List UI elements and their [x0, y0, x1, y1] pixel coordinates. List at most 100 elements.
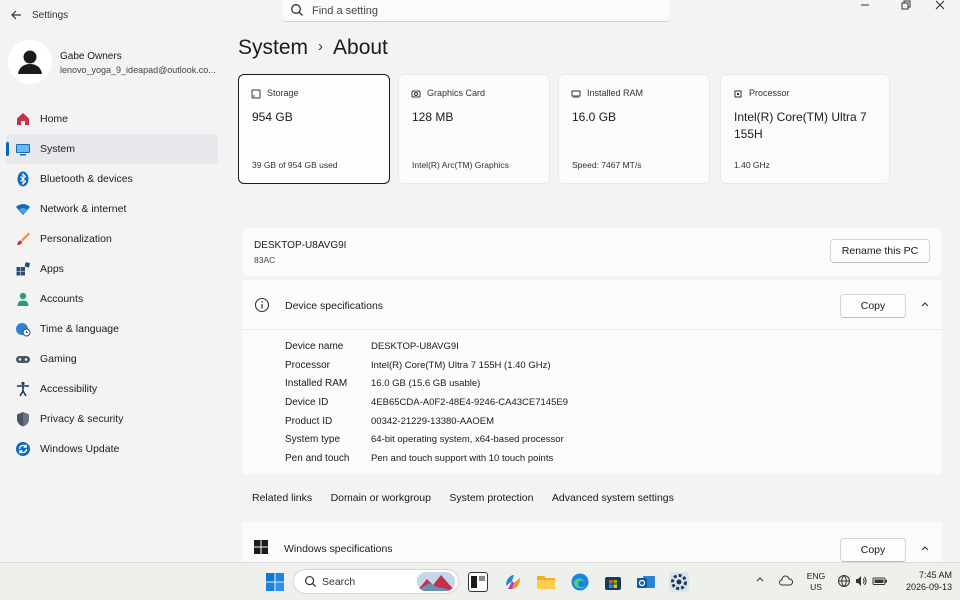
- back-button[interactable]: [6, 6, 26, 26]
- card-value: Intel(R) Core(TM) Ultra 7 155H: [734, 110, 867, 141]
- tray-volume-button[interactable]: [853, 574, 869, 590]
- device-specifications-header[interactable]: Device specifications Copy: [242, 280, 942, 330]
- info-icon: [254, 297, 270, 313]
- spec-row: System type 64-bit operating system, x64-…: [285, 431, 905, 450]
- outlook-icon: [637, 576, 655, 588]
- system-protection-link[interactable]: System protection: [449, 492, 533, 504]
- processor-card[interactable]: Processor Intel(R) Core(TM) Ultra 7 155H…: [720, 74, 890, 184]
- sidebar-item-accessibility[interactable]: Accessibility: [6, 374, 218, 404]
- sidebar-item-bluetooth[interactable]: Bluetooth & devices: [6, 164, 218, 194]
- breadcrumb-parent[interactable]: System: [238, 36, 308, 59]
- ram-card[interactable]: Installed RAM 16.0 GB Speed: 7467 MT/s: [558, 74, 710, 184]
- storage-icon: [251, 89, 261, 99]
- pc-name: DESKTOP-U8AVG9I: [254, 240, 347, 251]
- tray-network-button[interactable]: [836, 574, 852, 590]
- card-value: 16.0 GB: [572, 110, 617, 124]
- taskbar-clock[interactable]: 7:45 AM 2026-09-13: [896, 569, 952, 593]
- sidebar-item-network[interactable]: Network & internet: [6, 194, 218, 224]
- sidebar-item-windows-update[interactable]: Windows Update: [6, 434, 218, 464]
- input-language[interactable]: ENG US: [806, 571, 826, 593]
- processor-icon: [734, 90, 742, 98]
- spec-cards: Storage 954 GB 39 GB of 954 GB used Grap…: [238, 74, 938, 186]
- spec-value: 4EB65CDA-A0F2-48E4-9246-CA43CE7145E9: [371, 397, 568, 409]
- taskbar-app-file-explorer[interactable]: [536, 572, 556, 592]
- taskbar-app-copilot[interactable]: [503, 572, 523, 592]
- user-profile[interactable]: Gabe Owners lenovo_yoga_9_ideapad@outloo…: [8, 40, 228, 86]
- speaker-icon: [856, 576, 867, 586]
- sidebar-nav: Home System Bluetooth & devices Network …: [6, 104, 218, 464]
- start-button[interactable]: [265, 572, 285, 592]
- sidebar-item-label: Windows Update: [40, 443, 120, 455]
- minimize-button[interactable]: [850, 0, 880, 14]
- advanced-system-settings-link[interactable]: Advanced system settings: [552, 492, 674, 504]
- active-indicator: [6, 142, 9, 156]
- sidebar-item-label: Apps: [40, 263, 64, 275]
- sidebar-item-home[interactable]: Home: [6, 104, 218, 134]
- taskbar-app-settings[interactable]: [669, 572, 689, 592]
- domain-workgroup-link[interactable]: Domain or workgroup: [331, 492, 431, 504]
- sidebar-item-time-language[interactable]: Time & language: [6, 314, 218, 344]
- sidebar-item-system[interactable]: System: [6, 134, 218, 164]
- spec-value: 16.0 GB (15.6 GB usable): [371, 378, 481, 390]
- card-subtitle: 39 GB of 954 GB used: [252, 160, 338, 170]
- taskbar-app-files[interactable]: [468, 572, 488, 592]
- card-value: 954 GB: [252, 110, 293, 124]
- spec-value: Pen and touch support with 10 touch poin…: [371, 453, 554, 465]
- taskbar-app-edge[interactable]: [570, 572, 590, 592]
- clock-date: 2026-09-13: [905, 582, 952, 592]
- settings-search[interactable]: [282, 0, 670, 22]
- region-code: US: [810, 582, 822, 592]
- rename-pc-button[interactable]: Rename this PC: [830, 239, 930, 263]
- copy-device-specs-button[interactable]: Copy: [840, 294, 906, 318]
- sidebar-item-accounts[interactable]: Accounts: [6, 284, 218, 314]
- memory-icon: [571, 90, 581, 98]
- page-title: About: [333, 36, 388, 59]
- copy-windows-specs-button[interactable]: Copy: [840, 538, 906, 562]
- taskbar-search[interactable]: Search: [293, 569, 459, 594]
- cloud-icon: [779, 575, 794, 586]
- sidebar-item-personalization[interactable]: Personalization: [6, 224, 218, 254]
- related-links-title: Related links: [252, 492, 313, 504]
- pc-model: 83AC: [254, 255, 276, 265]
- card-title: Graphics Card: [427, 88, 486, 98]
- chevron-up-icon: [921, 302, 929, 307]
- wifi-icon: [16, 204, 30, 215]
- restore-button[interactable]: [891, 0, 921, 14]
- collapse-windows-specs[interactable]: [918, 543, 932, 557]
- taskbar-app-store[interactable]: [603, 572, 623, 592]
- language-code: ENG: [806, 571, 826, 581]
- sidebar-item-label: Gaming: [40, 353, 77, 365]
- windows-specifications-panel[interactable]: Windows specifications Copy: [242, 522, 942, 562]
- storage-card[interactable]: Storage 954 GB 39 GB of 954 GB used: [238, 74, 390, 184]
- accessibility-icon: [17, 381, 29, 397]
- spec-key: Processor: [285, 359, 331, 371]
- chevron-up-icon: [921, 546, 929, 551]
- search-highlight-image: [417, 572, 455, 591]
- sidebar-item-gaming[interactable]: Gaming: [6, 344, 218, 374]
- apps-icon: [16, 262, 31, 276]
- graphics-card[interactable]: Graphics Card 128 MB Intel(R) Arc(TM) Gr…: [398, 74, 550, 184]
- sidebar-item-privacy-security[interactable]: Privacy & security: [6, 404, 218, 434]
- tray-overflow-button[interactable]: [752, 574, 768, 590]
- search-input[interactable]: [312, 2, 652, 19]
- tray-cloud-button[interactable]: [778, 574, 794, 590]
- edge-icon: [571, 573, 589, 591]
- settings-window: Settings Gabe Owners lenovo_yoga_9_ideap…: [0, 0, 960, 562]
- collapse-device-specs[interactable]: [918, 299, 932, 313]
- sidebar-item-label: Personalization: [40, 233, 112, 245]
- breadcrumb-separator: ›: [318, 38, 324, 55]
- sidebar-item-apps[interactable]: Apps: [6, 254, 218, 284]
- breadcrumb: System › About: [238, 36, 388, 68]
- mountain-icon: [417, 575, 455, 591]
- spec-key: Pen and touch: [285, 453, 350, 465]
- sidebar-item-label: Time & language: [40, 323, 119, 335]
- title-bar: Settings: [0, 0, 960, 32]
- taskbar-app-outlook[interactable]: [636, 572, 656, 592]
- tray-battery-button[interactable]: [872, 574, 888, 590]
- spec-key: System type: [285, 434, 341, 446]
- close-button[interactable]: [925, 0, 955, 14]
- widget-board-icon: [471, 576, 485, 588]
- gamepad-icon: [16, 356, 30, 363]
- bluetooth-icon: [17, 171, 29, 187]
- battery-icon: [872, 577, 887, 585]
